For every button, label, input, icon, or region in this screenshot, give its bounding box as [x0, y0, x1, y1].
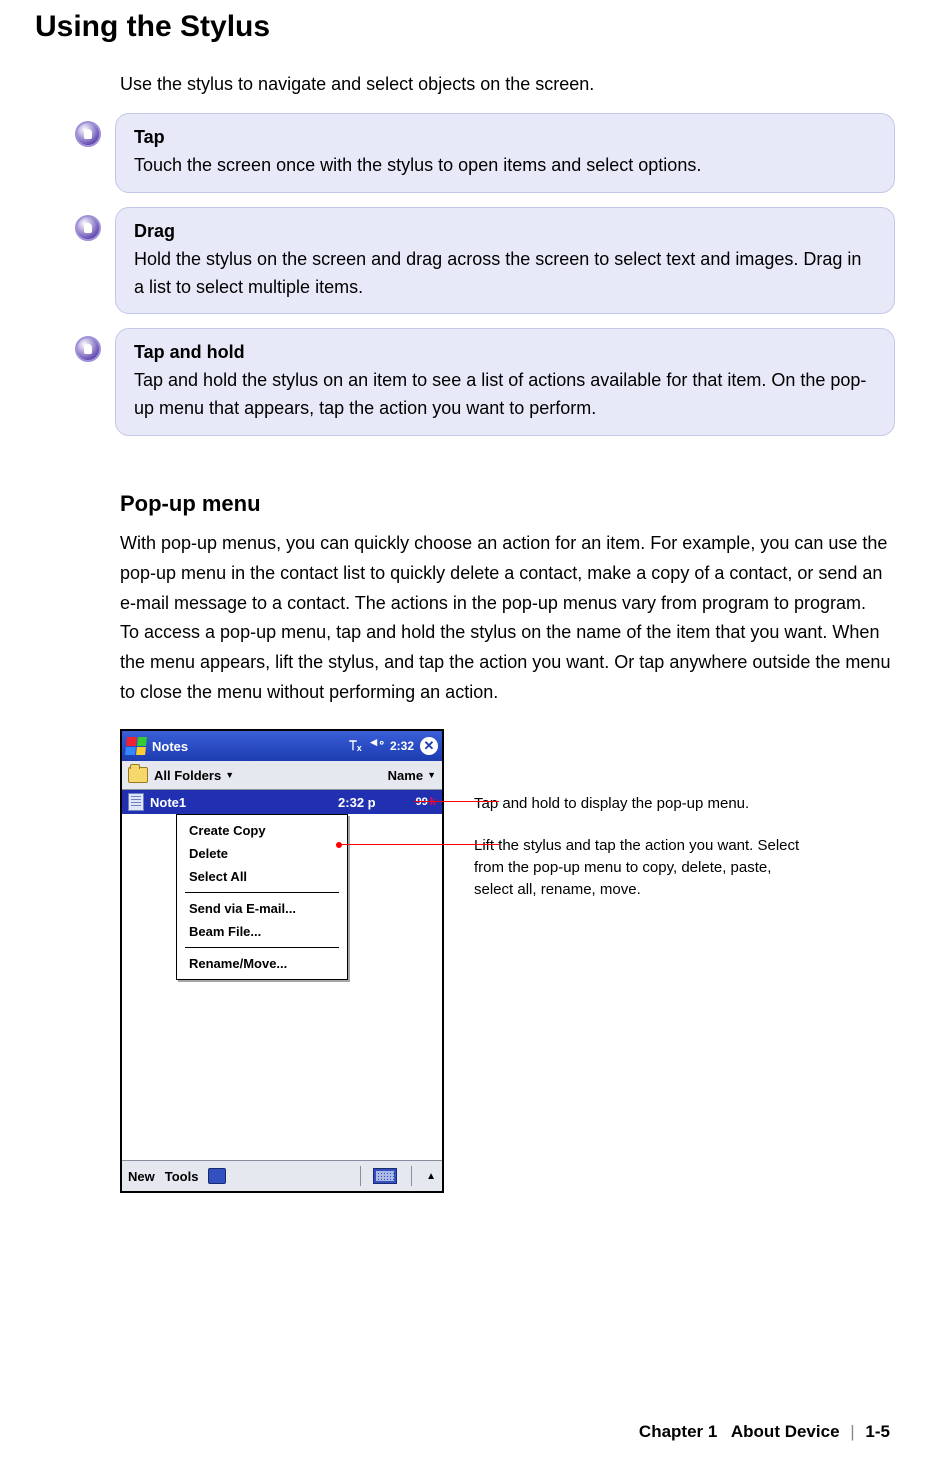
- list-area[interactable]: Note1 2:32 p 99k Create Copy Delete Sele…: [122, 790, 442, 1160]
- device-screenshot: Notes ⟙ₓ ◄༚ 2:32 ✕ All Folders ▼ Name: [120, 729, 444, 1193]
- callout-text: Lift the stylus and tap the action you w…: [474, 837, 799, 898]
- tip-box: Tap and hold Tap and hold the stylus on …: [115, 328, 895, 436]
- sort-dropdown[interactable]: Name: [388, 768, 423, 783]
- body-paragraph: With pop-up menus, you can quickly choos…: [120, 529, 895, 618]
- context-menu: Create Copy Delete Select All Send via E…: [176, 814, 348, 980]
- menu-item-beam-file[interactable]: Beam File...: [177, 920, 347, 943]
- recorder-icon[interactable]: [208, 1168, 226, 1184]
- tip-title: Drag: [134, 221, 175, 241]
- chevron-down-icon: ▼: [225, 770, 234, 780]
- tip-title: Tap: [134, 127, 165, 147]
- footer-divider: |: [850, 1422, 854, 1441]
- keyboard-icon[interactable]: [373, 1168, 397, 1184]
- footer-section: About Device: [731, 1422, 840, 1441]
- subsection-title: Pop-up menu: [120, 491, 895, 517]
- menu-item-rename-move[interactable]: Rename/Move...: [177, 952, 347, 975]
- app-title: Notes: [152, 739, 188, 754]
- menu-item-delete[interactable]: Delete: [177, 842, 347, 865]
- callout-line: [341, 844, 499, 845]
- bulb-icon: [75, 121, 101, 147]
- new-button[interactable]: New: [128, 1169, 155, 1184]
- tip-body: Tap and hold the stylus on an item to se…: [134, 370, 866, 418]
- tip-row: Drag Hold the stylus on the screen and d…: [75, 207, 895, 315]
- tip-row: Tap and hold Tap and hold the stylus on …: [75, 328, 895, 436]
- start-icon[interactable]: [125, 737, 147, 755]
- footer-chapter: Chapter 1: [639, 1422, 717, 1441]
- item-name: Note1: [150, 795, 186, 810]
- signal-icon: ⟙ₓ: [349, 738, 361, 754]
- folders-dropdown[interactable]: All Folders: [154, 768, 221, 783]
- footer-page-number: 1-5: [865, 1422, 890, 1441]
- intro-text: Use the stylus to navigate and select ob…: [120, 74, 895, 95]
- item-size: 99k: [416, 796, 436, 808]
- tip-row: Tap Touch the screen once with the stylu…: [75, 113, 895, 193]
- menu-item-send-email[interactable]: Send via E-mail...: [177, 897, 347, 920]
- toolbar: All Folders ▼ Name ▼: [122, 761, 442, 790]
- page-footer: Chapter 1 About Device | 1-5: [639, 1422, 890, 1442]
- callout-line: [414, 801, 499, 802]
- page-title: Using the Stylus: [35, 10, 895, 44]
- bulb-icon: [75, 336, 101, 362]
- note-icon: [128, 793, 144, 811]
- body-paragraph: To access a pop-up menu, tap and hold th…: [120, 618, 895, 707]
- folder-icon: [128, 767, 148, 783]
- menu-separator: [185, 892, 339, 893]
- tip-title: Tap and hold: [134, 342, 245, 362]
- tip-box: Tap Touch the screen once with the stylu…: [115, 113, 895, 193]
- menu-separator: [185, 947, 339, 948]
- menu-item-create-copy[interactable]: Create Copy: [177, 819, 347, 842]
- volume-icon: ◄༚: [368, 729, 384, 763]
- close-icon[interactable]: ✕: [420, 737, 438, 755]
- list-item[interactable]: Note1 2:32 p 99k: [122, 790, 442, 814]
- callout-text: Tap and hold to display the pop-up menu.: [474, 795, 749, 812]
- menu-item-select-all[interactable]: Select All: [177, 865, 347, 888]
- tip-body: Touch the screen once with the stylus to…: [134, 155, 701, 175]
- window-title-bar: Notes ⟙ₓ ◄༚ 2:32 ✕: [122, 731, 442, 761]
- item-time: 2:32 p: [338, 795, 376, 810]
- tip-body: Hold the stylus on the screen and drag a…: [134, 249, 861, 297]
- bulb-icon: [75, 215, 101, 241]
- sip-up-icon[interactable]: ▲: [426, 1171, 436, 1182]
- tip-box: Drag Hold the stylus on the screen and d…: [115, 207, 895, 315]
- tools-button[interactable]: Tools: [165, 1169, 199, 1184]
- chevron-down-icon: ▼: [427, 770, 436, 780]
- bottom-toolbar: New Tools ▲: [122, 1160, 442, 1191]
- clock-text: 2:32: [390, 739, 414, 753]
